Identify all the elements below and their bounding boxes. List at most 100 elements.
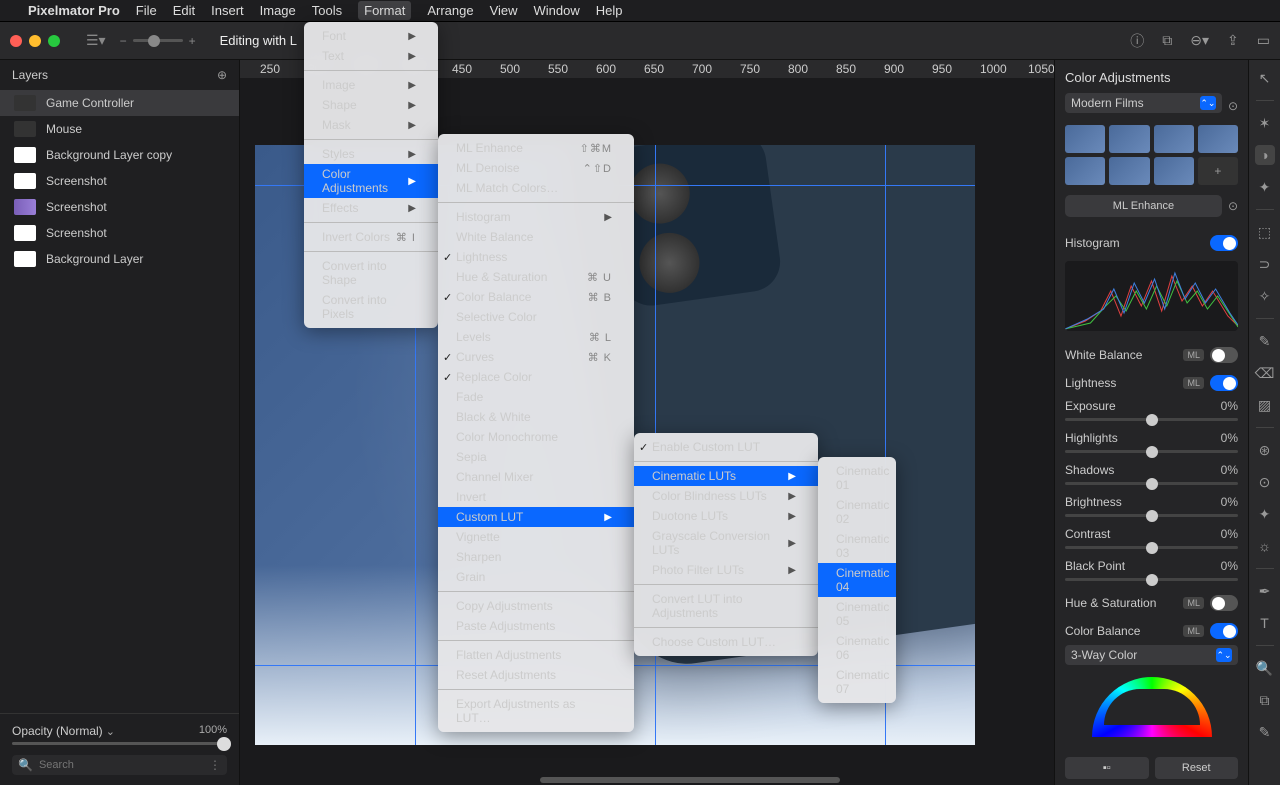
preset-swatch[interactable]	[1198, 125, 1238, 153]
layer-row[interactable]: Background Layer	[0, 246, 239, 272]
menu-item[interactable]: Sharpen	[438, 547, 634, 567]
menu-item[interactable]: Mask▶	[304, 115, 438, 135]
menu-item[interactable]: Hue & Saturation⌘ U	[438, 267, 634, 287]
preset-select[interactable]: Modern Films ⌃⌄	[1065, 93, 1222, 113]
menu-item[interactable]: Invert Colors⌘ I	[304, 227, 438, 247]
preset-swatch[interactable]	[1109, 157, 1149, 185]
menu-item[interactable]: Cinematic 02	[818, 495, 896, 529]
layer-row[interactable]: Background Layer copy	[0, 142, 239, 168]
menu-item[interactable]: Text▶	[304, 46, 438, 66]
menu-arrange[interactable]: Arrange	[427, 3, 473, 18]
menu-item[interactable]: Effects▶	[304, 198, 438, 218]
menu-item[interactable]: Duotone LUTs▶	[634, 506, 818, 526]
info-icon[interactable]: ⓘ	[1130, 31, 1144, 51]
zoom-tool-icon[interactable]: 🔍	[1255, 658, 1275, 678]
menu-item[interactable]: Vignette	[438, 527, 634, 547]
menu-item[interactable]: Convert into Pixels	[304, 290, 438, 324]
menu-window[interactable]: Window	[534, 3, 580, 18]
arrow-tool-icon[interactable]: ↖	[1255, 68, 1275, 88]
menu-item[interactable]: Selective Color	[438, 307, 634, 327]
menu-item[interactable]: Lightness	[438, 247, 634, 267]
close-icon[interactable]	[10, 35, 22, 47]
menu-item[interactable]: Export Adjustments as LUT…	[438, 694, 634, 728]
menu-item[interactable]: Cinematic 07	[818, 665, 896, 699]
menu-item[interactable]: Channel Mixer	[438, 467, 634, 487]
menu-item[interactable]: Invert	[438, 487, 634, 507]
menu-item[interactable]: Cinematic 01	[818, 461, 896, 495]
layer-row[interactable]: Game Controller	[0, 90, 239, 116]
menu-item[interactable]: Image▶	[304, 75, 438, 95]
menu-item[interactable]: Color Adjustments▶	[304, 164, 438, 198]
compare-button[interactable]: ▪▫	[1065, 757, 1149, 779]
sidebar-icon[interactable]: ☰▾	[86, 32, 106, 49]
menu-item[interactable]: ML Denoise⌃⇧D	[438, 158, 634, 178]
menu-item[interactable]: Shape▶	[304, 95, 438, 115]
horizontal-scrollbar[interactable]	[540, 777, 840, 783]
crop-tool-icon[interactable]: ⧉	[1255, 690, 1275, 710]
effects-tool-icon[interactable]: ✦	[1255, 177, 1275, 197]
clone-tool-icon[interactable]: ⊙	[1255, 472, 1275, 492]
menu-item[interactable]: Cinematic 03	[818, 529, 896, 563]
layer-row[interactable]: Mouse	[0, 116, 239, 142]
lightness-toggle[interactable]	[1210, 375, 1238, 391]
menu-item[interactable]: Enable Custom LUT	[634, 437, 818, 457]
adj-slider[interactable]	[1065, 578, 1238, 581]
lighten-tool-icon[interactable]: ☼	[1255, 536, 1275, 556]
menu-item[interactable]: Cinematic LUTs▶	[634, 466, 818, 486]
color-adjust-tool-icon[interactable]: ◑	[1255, 145, 1275, 165]
menu-item[interactable]: Replace Color	[438, 367, 634, 387]
custom-lut-submenu[interactable]: Enable Custom LUT Cinematic LUTs▶Color Bl…	[634, 433, 818, 656]
menu-file[interactable]: File	[136, 3, 157, 18]
menu-item[interactable]: Fade	[438, 387, 634, 407]
pen-tool-icon[interactable]: ✒	[1255, 581, 1275, 601]
reset-button[interactable]: Reset	[1155, 757, 1239, 779]
menu-item[interactable]: Color Blindness LUTs▶	[634, 486, 818, 506]
cinematic-luts-submenu[interactable]: Cinematic 01Cinematic 02Cinematic 03 Cine…	[818, 457, 896, 703]
marquee-tool-icon[interactable]: ⬚	[1255, 222, 1275, 242]
zoom-slider[interactable]: − +	[120, 34, 196, 48]
brush-tool-icon[interactable]: ✎	[1255, 331, 1275, 351]
menu-item[interactable]: Custom LUT▶	[438, 507, 634, 527]
menu-view[interactable]: View	[490, 3, 518, 18]
menu-edit[interactable]: Edit	[173, 3, 195, 18]
preset-menu-icon[interactable]: ⊙	[1228, 99, 1238, 113]
menu-item[interactable]: Copy Adjustments	[438, 596, 634, 616]
hue-saturation-toggle[interactable]	[1210, 595, 1238, 611]
fullscreen-icon[interactable]	[48, 35, 60, 47]
menu-item[interactable]: Styles▶	[304, 144, 438, 164]
magic-wand-icon[interactable]: ✧	[1255, 286, 1275, 306]
layer-row[interactable]: Screenshot	[0, 220, 239, 246]
menu-insert[interactable]: Insert	[211, 3, 244, 18]
menu-item[interactable]: White Balance	[438, 227, 634, 247]
menu-item[interactable]: Reset Adjustments	[438, 665, 634, 685]
app-name[interactable]: Pixelmator Pro	[28, 3, 120, 18]
adj-slider[interactable]	[1065, 514, 1238, 517]
add-layer-icon[interactable]: ⊕	[217, 68, 227, 82]
repair-tool-icon[interactable]: ⊛	[1255, 440, 1275, 460]
menu-item[interactable]: Grayscale Conversion LUTs▶	[634, 526, 818, 560]
lasso-tool-icon[interactable]: ⊃	[1255, 254, 1275, 274]
replace-icon[interactable]: ⧉	[1162, 32, 1172, 49]
menu-item[interactable]: Photo Filter LUTs▶	[634, 560, 818, 580]
type-tool-icon[interactable]: T	[1255, 613, 1275, 633]
panels-icon[interactable]: ▭	[1257, 32, 1270, 49]
preset-swatch[interactable]	[1065, 157, 1105, 185]
menu-help[interactable]: Help	[596, 3, 623, 18]
preset-swatch[interactable]	[1065, 125, 1105, 153]
format-menu[interactable]: Font▶Text▶ Image▶Shape▶Mask▶ Styles▶Color …	[304, 22, 438, 328]
share-icon[interactable]: ⇪	[1227, 32, 1239, 49]
menu-item[interactable]: Convert LUT into Adjustments	[634, 589, 818, 623]
menu-item[interactable]: Curves⌘ K	[438, 347, 634, 367]
menu-format[interactable]: Format	[358, 1, 411, 20]
opacity-slider[interactable]	[12, 742, 227, 745]
color-adjustments-submenu[interactable]: ML Enhance⇧⌘MML Denoise⌃⇧DML Match Color…	[438, 134, 634, 732]
menu-item[interactable]: Sepia	[438, 447, 634, 467]
options-icon[interactable]: ⊙	[1228, 199, 1238, 213]
menu-item[interactable]: Cinematic 06	[818, 631, 896, 665]
menu-item[interactable]: Font▶	[304, 26, 438, 46]
color-balance-toggle[interactable]	[1210, 623, 1238, 639]
fill-tool-icon[interactable]: ▨	[1255, 395, 1275, 415]
preset-swatch[interactable]	[1109, 125, 1149, 153]
histogram-toggle[interactable]	[1210, 235, 1238, 251]
menu-image[interactable]: Image	[260, 3, 296, 18]
